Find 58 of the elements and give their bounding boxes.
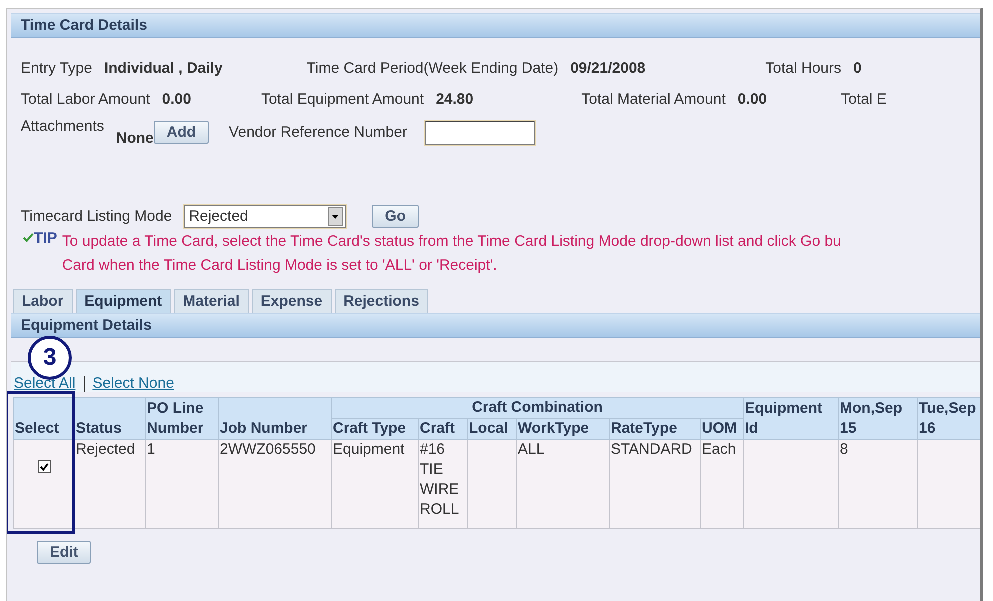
column-header: Craft [418, 418, 468, 440]
listing-mode-dropdown[interactable]: Rejected [184, 205, 346, 228]
field-label: Time Card Period(Week Ending Date) [306, 60, 559, 77]
column-header: Craft Type [332, 418, 418, 440]
tab[interactable]: Expense [252, 289, 332, 313]
field-value: 24.80 [436, 91, 474, 108]
add-button[interactable]: Add [154, 121, 210, 144]
field-label: Total Material Amount [582, 91, 726, 108]
column-header: Select [14, 398, 74, 440]
column-header: RateType [610, 418, 700, 440]
table-cell: #16 TIE WIRE ROLL [420, 440, 460, 520]
tab[interactable]: Material [174, 289, 249, 313]
checkbox[interactable] [38, 460, 50, 473]
field-label: Entry Type [21, 60, 92, 77]
table-cell: STANDARD [611, 440, 692, 460]
tip-label: TIP [34, 230, 58, 247]
table-cell: Each [702, 440, 736, 460]
column-header: Job Number [218, 398, 332, 440]
table-cell: 1 [147, 440, 156, 460]
field-label: Vendor Reference Number [229, 124, 408, 141]
column-header: WorkType [516, 418, 610, 440]
column-header: UOM [700, 418, 744, 440]
table-cell: 2WWZ065550 [220, 440, 316, 460]
table-cell: 8 [840, 440, 848, 460]
field-label: Total Equipment Amount [261, 91, 424, 108]
field-value: 0 [854, 60, 862, 77]
field-value: 09/21/2008 [570, 60, 646, 77]
tab[interactable]: Equipment [76, 289, 172, 313]
select-link[interactable]: Select None [92, 375, 174, 392]
field-label: Total Labor Amount [21, 91, 150, 108]
input-field[interactable] [425, 120, 536, 144]
tab[interactable]: Rejections [334, 289, 428, 313]
table-cell: Rejected [76, 440, 136, 460]
table-cell: ALL [518, 440, 545, 460]
column-header: Status [74, 398, 146, 440]
checkmark-icon [23, 233, 34, 243]
column-group-header: Craft Combination [332, 398, 744, 418]
table-cell: Equipment [333, 440, 405, 460]
column-header: Tue,Sep 16 [918, 398, 980, 440]
edit-button[interactable]: Edit [37, 541, 92, 564]
tab[interactable]: Labor [13, 289, 73, 313]
field-value: 0.00 [738, 91, 768, 108]
field-value: Individual , Daily [104, 60, 223, 77]
column-header: Equipment Id [744, 398, 838, 440]
field-label: Timecard Listing Mode [21, 208, 172, 225]
field-label: Attachments [21, 118, 104, 135]
field-label: Total Hours [766, 60, 842, 77]
tip-text: Card when the Time Card Listing Mode is set to 'ALL' or 'Receipt'. [62, 256, 498, 276]
field-label: Total E [841, 91, 887, 108]
field-value: 0.00 [162, 91, 192, 108]
column-header: PO Line Number [146, 398, 218, 440]
column-header: Local [468, 418, 516, 440]
section-title: Equipment Details [20, 316, 152, 336]
section-title: Time Card Details [20, 16, 148, 36]
column-header: Mon,Sep 15 [838, 398, 918, 440]
tip-text: To update a Time Card, select the Time Card's status from the Time Card Listing Mode drop-down list and click Go bu [62, 232, 842, 252]
go-button[interactable]: Go [372, 205, 420, 228]
field-value: None [116, 130, 154, 147]
